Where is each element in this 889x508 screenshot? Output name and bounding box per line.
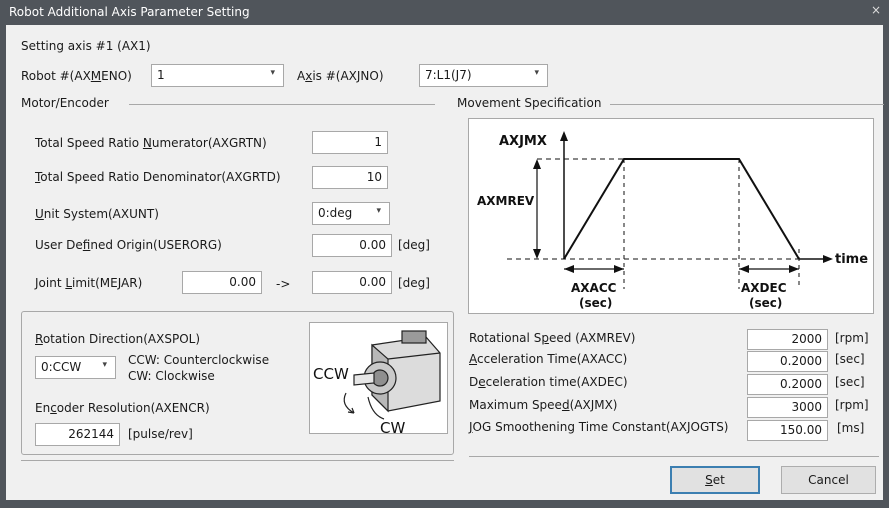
acceleration-time-unit: [sec] — [835, 352, 865, 366]
max-speed-label: Maximum Speed(AXJMX) — [469, 398, 618, 412]
joint-limit-label: Joint Limit(MEJAR) — [35, 276, 143, 290]
movement-spec-divider — [610, 104, 884, 105]
speed-profile-line — [563, 158, 800, 260]
rotational-speed-label: Rotational Speed (AXMREV) — [469, 331, 636, 345]
robot-number-value: 1 — [157, 68, 165, 82]
cancel-button[interactable]: Cancel — [781, 466, 876, 494]
chevron-down-icon: ▾ — [270, 68, 275, 78]
set-button[interactable]: Set — [670, 466, 760, 494]
numerator-label: Total Speed Ratio Numerator(AXGRTN) — [35, 136, 267, 150]
right-bottom-divider — [469, 456, 879, 457]
encoder-resolution-label: Encoder Resolution(AXENCR) — [35, 401, 210, 415]
jog-smoothening-label: JOG Smoothening Time Constant(AXJOGTS) — [469, 420, 729, 434]
motor-illustration: CCW CW — [309, 322, 448, 437]
setting-axis-label: Setting axis #1 (AX1) — [21, 39, 151, 53]
unit-system-select[interactable]: 0:deg ▾ — [312, 202, 390, 225]
rotational-speed-input[interactable]: 2000 — [747, 329, 828, 350]
encoder-resolution-input[interactable]: 262144 — [35, 423, 120, 446]
encoder-resolution-unit: [pulse/rev] — [128, 427, 193, 441]
motor-cw-label: CW — [380, 419, 405, 435]
robot-number-label: Robot #(AXMENO) — [21, 69, 132, 83]
deceleration-time-label: Deceleration time(AXDEC) — [469, 375, 628, 389]
axis-number-value: 7:L1(J7) — [425, 68, 472, 82]
robot-number-select[interactable]: 1 ▾ — [151, 64, 284, 87]
motor-ccw-label: CCW — [313, 365, 349, 383]
axdec-sec-label: (sec) — [749, 296, 782, 310]
y-axis-arrow — [560, 131, 568, 141]
unit-system-value: 0:deg — [318, 206, 353, 220]
joint-limit-arrow: -> — [276, 277, 291, 291]
deceleration-time-input[interactable]: 0.2000 — [747, 374, 828, 395]
chevron-down-icon: ▾ — [534, 68, 539, 78]
axacc-sec-label: (sec) — [579, 296, 612, 310]
denominator-label: Total Speed Ratio Denominator(AXGRTD) — [35, 170, 281, 184]
axis-number-label: Axis #(AXJNO) — [297, 69, 384, 83]
axmrev-label: AXMREV — [477, 194, 535, 208]
speed-profile-chart: AXJMX AXMREV time AXACC (sec) AXDEC (sec… — [477, 131, 868, 310]
rotation-direction-label: Rotation Direction(AXSPOL) — [35, 332, 201, 346]
acceleration-time-input[interactable]: 0.2000 — [747, 351, 828, 372]
speed-profile-diagram: AXJMX AXMREV time AXACC (sec) AXDEC (sec… — [468, 118, 874, 314]
denominator-input[interactable]: 10 — [312, 166, 388, 189]
time-axis-arrow — [823, 255, 833, 263]
joint-limit-max-input[interactable]: 0.00 — [312, 271, 392, 294]
max-speed-unit: [rpm] — [835, 398, 869, 412]
chevron-down-icon: ▾ — [376, 206, 381, 216]
rotation-direction-value: 0:CCW — [41, 360, 82, 374]
rotational-speed-unit: [rpm] — [835, 331, 869, 345]
window-frame-bottom — [0, 500, 889, 508]
acceleration-time-label: Acceleration Time(AXACC) — [469, 352, 628, 366]
axjmx-label: AXJMX — [499, 134, 547, 149]
user-origin-input[interactable]: 0.00 — [312, 234, 392, 257]
window-title: Robot Additional Axis Parameter Setting — [9, 5, 250, 19]
movement-spec-heading: Movement Specification — [457, 96, 602, 110]
deceleration-time-unit: [sec] — [835, 375, 865, 389]
axdec-label: AXDEC — [741, 281, 787, 295]
jog-smoothening-input[interactable]: 150.00 — [747, 420, 828, 441]
cw-description: CW: Clockwise — [128, 369, 215, 383]
window-frame-left — [0, 25, 6, 508]
ccw-description: CCW: Counterclockwise — [128, 353, 270, 367]
title-bar: Robot Additional Axis Parameter Setting … — [0, 0, 889, 25]
close-icon[interactable]: × — [871, 3, 881, 17]
chevron-down-icon: ▾ — [102, 360, 107, 370]
window-frame-right — [883, 25, 889, 508]
jog-smoothening-unit: [ms] — [837, 421, 865, 435]
user-origin-label: User Defined Origin(USERORG) — [35, 238, 222, 252]
joint-limit-unit: [deg] — [398, 276, 430, 290]
motor-encoder-divider — [129, 104, 435, 105]
joint-limit-min-input[interactable]: 0.00 — [182, 271, 262, 294]
servo-motor-image: CCW CW — [313, 330, 441, 437]
user-origin-unit: [deg] — [398, 238, 430, 252]
left-bottom-divider — [21, 460, 454, 461]
motor-encoder-heading: Motor/Encoder — [21, 96, 109, 110]
max-speed-input[interactable]: 3000 — [747, 397, 828, 418]
rotation-direction-select[interactable]: 0:CCW ▾ — [35, 356, 116, 379]
time-label: time — [835, 252, 868, 267]
axis-number-select[interactable]: 7:L1(J7) ▾ — [419, 64, 548, 87]
numerator-input[interactable]: 1 — [312, 131, 388, 154]
axacc-label: AXACC — [571, 281, 617, 295]
unit-system-label: Unit System(AXUNT) — [35, 207, 159, 221]
